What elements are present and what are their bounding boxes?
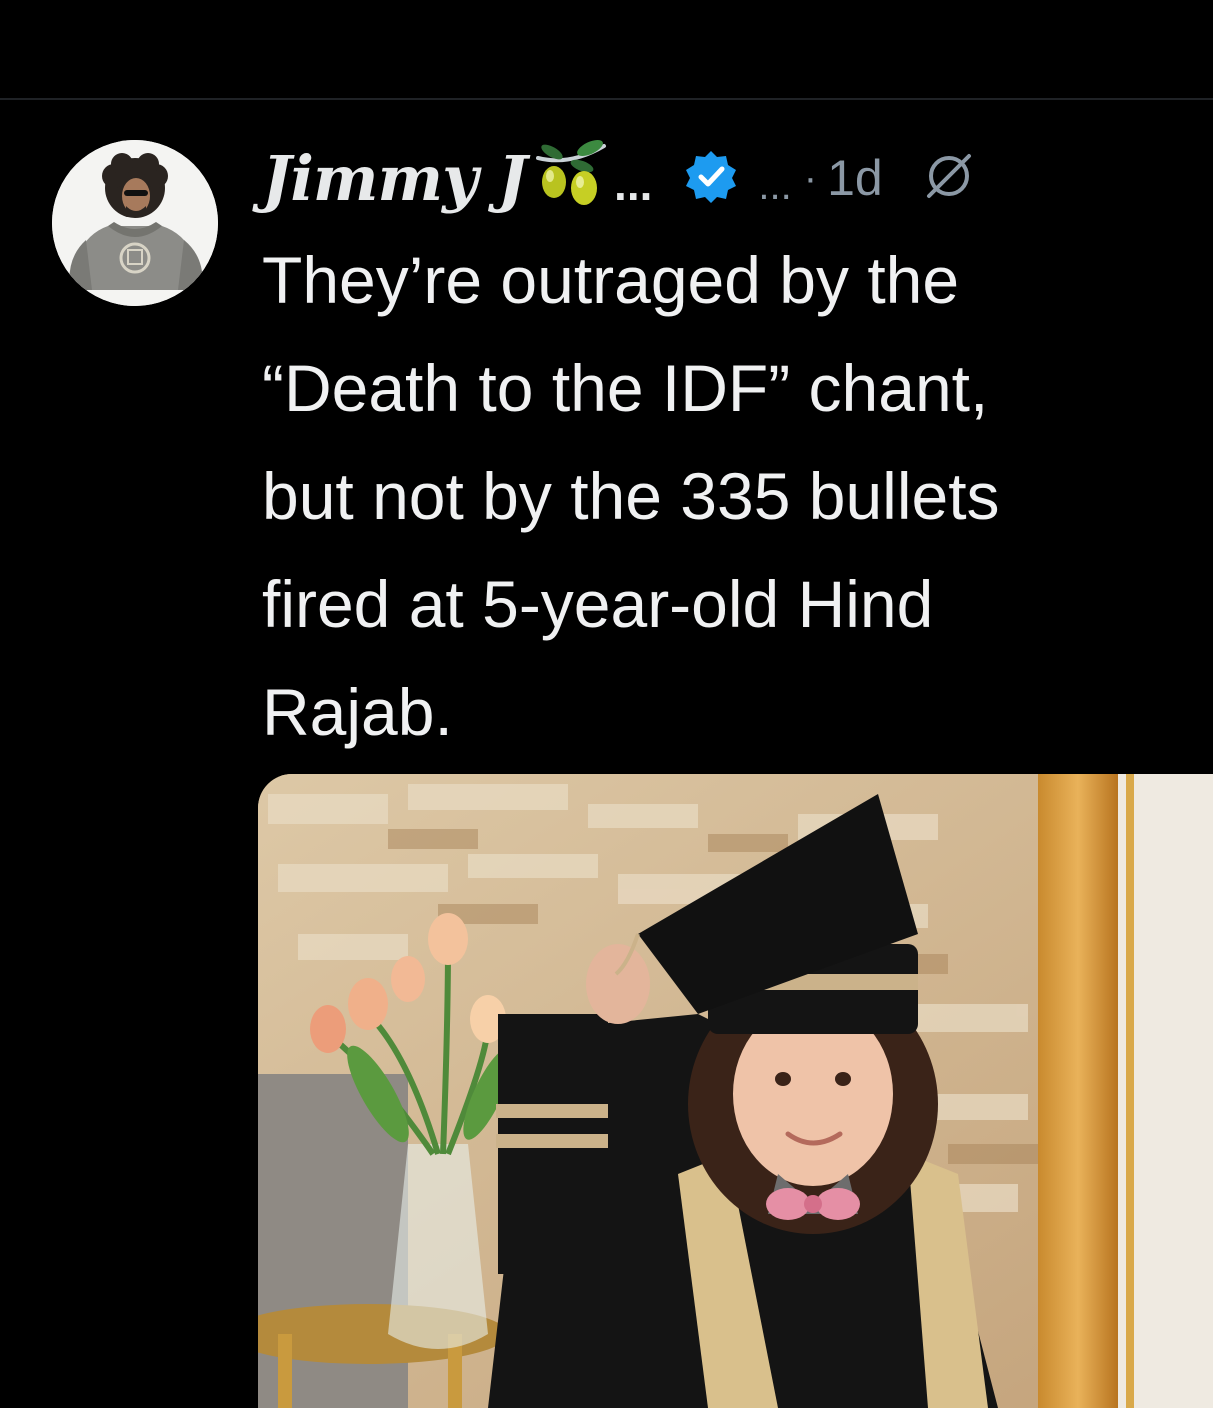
- photo-image: [258, 774, 1213, 1408]
- name-truncation: ...: [614, 158, 653, 210]
- handle-truncation: ...: [758, 163, 792, 208]
- top-divider: [0, 98, 1213, 100]
- avatar-image: [52, 140, 218, 306]
- post-timestamp[interactable]: 1d: [827, 149, 883, 207]
- post-text: They’re outraged by the “Death to the ID…: [262, 243, 1000, 749]
- author-avatar[interactable]: [52, 140, 218, 306]
- separator: ·: [803, 155, 818, 200]
- verified-badge-icon: [684, 149, 738, 208]
- post-header: Jimmy J ... ... · 1d: [262, 130, 975, 226]
- grok-icon[interactable]: [923, 150, 975, 207]
- post-photo[interactable]: [258, 774, 1213, 1408]
- author-display-name[interactable]: Jimmy J: [262, 142, 527, 215]
- olive-branch-icon: [530, 136, 610, 221]
